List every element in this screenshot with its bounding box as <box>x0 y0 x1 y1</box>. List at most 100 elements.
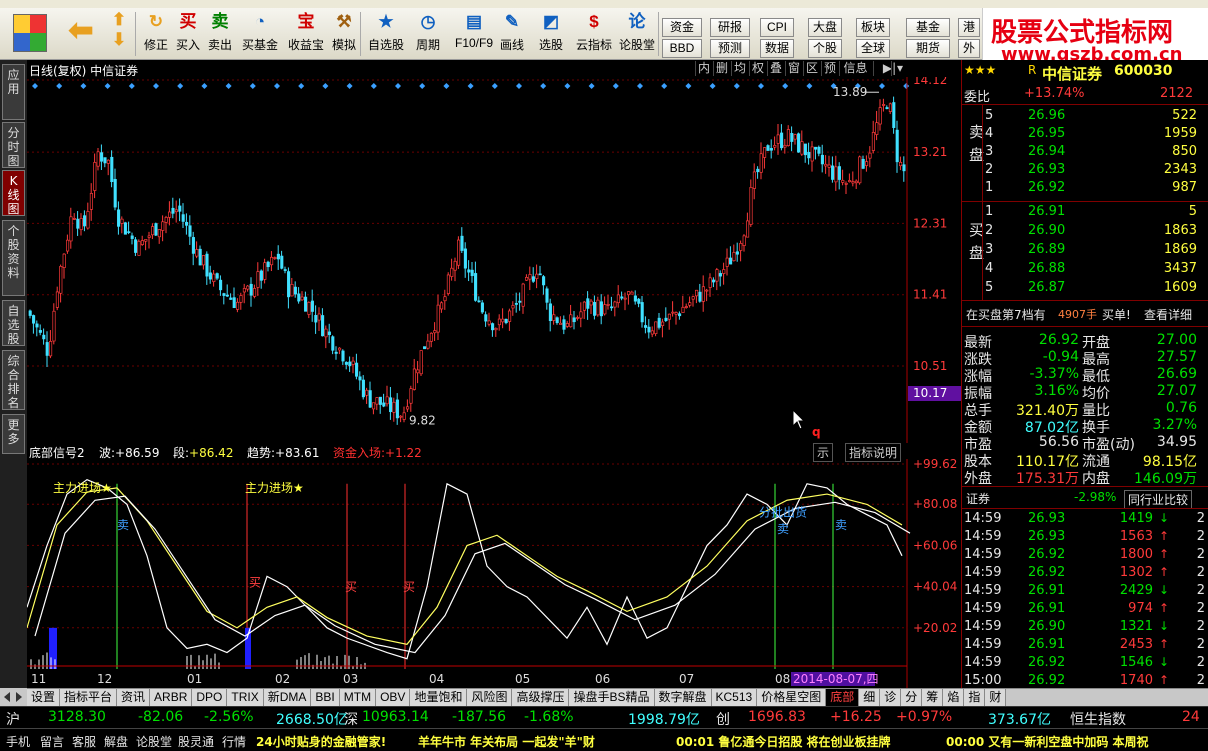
chart-tool-1[interactable]: 删 <box>713 61 730 76</box>
bottom-item-5[interactable]: 股灵通 <box>178 733 214 750</box>
ask-row[interactable]: 1 26.92 987 <box>962 179 1208 197</box>
bottom-item-3[interactable]: 解盘 <box>104 733 128 750</box>
bid-row[interactable]: 4 26.88 3437 <box>962 260 1208 278</box>
indicator-tab-9[interactable]: OBV <box>376 689 411 706</box>
indicator-tab-6[interactable]: 新DMA <box>263 689 312 706</box>
quick-button-5[interactable]: 数据 <box>760 39 794 58</box>
quick-button-1[interactable]: BBD <box>662 39 702 58</box>
indicator-tab-4[interactable]: DPO <box>192 689 228 706</box>
indicator-tab-18[interactable]: 细 <box>859 689 881 706</box>
bottom-item-6[interactable]: 行情 <box>222 733 246 750</box>
chart-tool-8[interactable]: 信息 <box>839 61 871 76</box>
side-tab-3[interactable]: 个股资料 <box>2 220 25 296</box>
indicator-tab-23[interactable]: 指 <box>964 689 986 706</box>
candle-body <box>307 302 311 315</box>
chart-tool-4[interactable]: 叠 <box>767 61 784 76</box>
candlestick-chart[interactable]: 14.12 13.21 12.31 11.41 10.51 10.17 13.89 9.82 q <box>27 77 961 443</box>
bid-row[interactable]: 1 26.91 5 <box>962 203 1208 221</box>
page-updown-button[interactable]: ⬆ ⬇ <box>104 10 134 58</box>
quick-button-2[interactable]: 研报 <box>710 18 750 37</box>
chart-tool-3[interactable]: 权 <box>749 61 766 76</box>
quick-button-3[interactable]: 预测 <box>710 39 750 58</box>
quick-button-0[interactable]: 资金 <box>662 18 702 37</box>
indicator-tab-16[interactable]: 价格星空图 <box>757 689 827 706</box>
back-button[interactable]: ⬅ <box>62 10 100 58</box>
toolbar-button-11[interactable]: $ 云指标 <box>574 10 614 58</box>
candle-body <box>861 158 865 169</box>
indicator-tab-5[interactable]: TRIX <box>227 689 264 706</box>
indicator-tab-21[interactable]: 筹 <box>922 689 944 706</box>
indicator-annotation: 买 <box>345 580 357 594</box>
quick-button-7[interactable]: 个股 <box>808 39 842 58</box>
chart-tool-7[interactable]: 预 <box>821 61 838 76</box>
indicator-tab-20[interactable]: 分 <box>901 689 923 706</box>
toolbar-button-1[interactable]: 买买入 <box>172 10 204 58</box>
side-tab-1[interactable]: 分时图 <box>2 122 25 168</box>
toolbar-button-9[interactable]: ✎ 画线 <box>496 10 528 58</box>
quick-button-13[interactable]: 外 <box>958 39 980 58</box>
toolbar-button-2[interactable]: 卖卖出 <box>204 10 236 58</box>
toolbar-button-8[interactable]: ▤ F10/F9 <box>452 10 496 58</box>
bottom-item-4[interactable]: 论股堂 <box>136 733 172 750</box>
bid-row[interactable]: 5 26.87 1609 <box>962 279 1208 297</box>
indicator-tab-7[interactable]: BBI <box>311 689 340 706</box>
indicator-tab-3[interactable]: ARBR <box>150 689 193 706</box>
bid-row[interactable]: 3 26.89 1869 <box>962 241 1208 259</box>
ask-row[interactable]: 4 26.95 1959 <box>962 125 1208 143</box>
ask-row[interactable]: 2 26.93 2343 <box>962 161 1208 179</box>
indicator-tab-15[interactable]: KC513 <box>711 689 758 706</box>
indicator-tab-1[interactable]: 指标平台 <box>60 689 118 706</box>
industry-compare-button[interactable]: 同行业比较 <box>1124 490 1193 509</box>
chart-tool-5[interactable]: 窗 <box>785 61 802 76</box>
bottom-item-0[interactable]: 手机 <box>6 733 30 750</box>
toolbar-button-6[interactable]: ★ 自选股 <box>366 10 406 58</box>
indicator-tab-0[interactable]: 设置 <box>27 689 61 706</box>
indicator-tab-14[interactable]: 数字解盘 <box>654 689 712 706</box>
toolbar-button-3[interactable]: ◔ 买基金 <box>238 10 282 58</box>
toolbar-button-7[interactable]: ◷ 周期 <box>410 10 446 58</box>
quick-button-8[interactable]: 板块 <box>856 18 890 37</box>
chart-tool-10[interactable]: ▾ <box>891 61 908 76</box>
side-tab-4[interactable]: 自选股 <box>2 300 25 346</box>
chart-tool-2[interactable]: 均 <box>731 61 748 76</box>
quick-button-4[interactable]: CPI <box>760 18 794 37</box>
indicator-tab-22[interactable]: 焰 <box>943 689 965 706</box>
chart-tool-0[interactable]: 内 <box>695 61 712 76</box>
notice-detail-link[interactable]: 查看详细 <box>1144 306 1192 323</box>
candle-body <box>535 273 539 279</box>
toolbar-button-4[interactable]: 宝收益宝 <box>284 10 328 58</box>
toolbar-button-5[interactable]: ⚒ 模拟 <box>328 10 360 58</box>
stat-value: 0.76 <box>1165 400 1197 416</box>
indicator-tab-2[interactable]: 资讯 <box>117 689 151 706</box>
side-tab-5[interactable]: 综合排名 <box>2 350 25 410</box>
ask-row[interactable]: 5 26.96 522 <box>962 107 1208 125</box>
side-tab-6[interactable]: 更多 <box>2 414 25 454</box>
bid-row[interactable]: 2 26.90 1863 <box>962 222 1208 240</box>
tab-scroll[interactable] <box>0 688 27 706</box>
toolbar-button-0[interactable]: ↻ 修正 <box>140 10 172 58</box>
quick-button-6[interactable]: 大盘 <box>808 18 842 37</box>
layout-button[interactable] <box>6 10 54 58</box>
indicator-tab-17[interactable]: 底部 <box>826 689 860 706</box>
indicator-tab-12[interactable]: 高级撑压 <box>512 689 570 706</box>
bottom-item-1[interactable]: 留言 <box>40 733 64 750</box>
indicator-tab-24[interactable]: 财 <box>985 689 1007 706</box>
side-tab-2[interactable]: K线图 <box>2 170 25 216</box>
quick-button-9[interactable]: 全球 <box>856 39 890 58</box>
quick-button-11[interactable]: 期货 <box>906 39 950 58</box>
indicator-tab-13[interactable]: 操盘手BS精品 <box>569 689 655 706</box>
side-tab-0[interactable]: 应用 <box>2 64 25 120</box>
indicator-tab-8[interactable]: MTM <box>339 689 377 706</box>
toolbar-button-10[interactable]: ◩ 选股 <box>534 10 568 58</box>
indicator-tab-19[interactable]: 诊 <box>880 689 902 706</box>
ask-row[interactable]: 3 26.94 850 <box>962 143 1208 161</box>
quick-button-12[interactable]: 港 <box>958 18 980 37</box>
chart-tool-6[interactable]: 区 <box>803 61 820 76</box>
toolbar-button-12[interactable]: 论论股堂 <box>616 10 658 58</box>
indicator-tab-11[interactable]: 风险图 <box>467 689 513 706</box>
tab-scroll-arrows-icon[interactable] <box>0 688 27 706</box>
indicator-tab-10[interactable]: 地量饱和 <box>410 689 468 706</box>
bottom-item-2[interactable]: 客服 <box>72 733 96 750</box>
quick-button-10[interactable]: 基金 <box>906 18 950 37</box>
indicator-chart[interactable]: +99.62 +80.08 +60.06 +40.04 +20.02 主力进场★ 主力进场★… <box>27 459 961 688</box>
